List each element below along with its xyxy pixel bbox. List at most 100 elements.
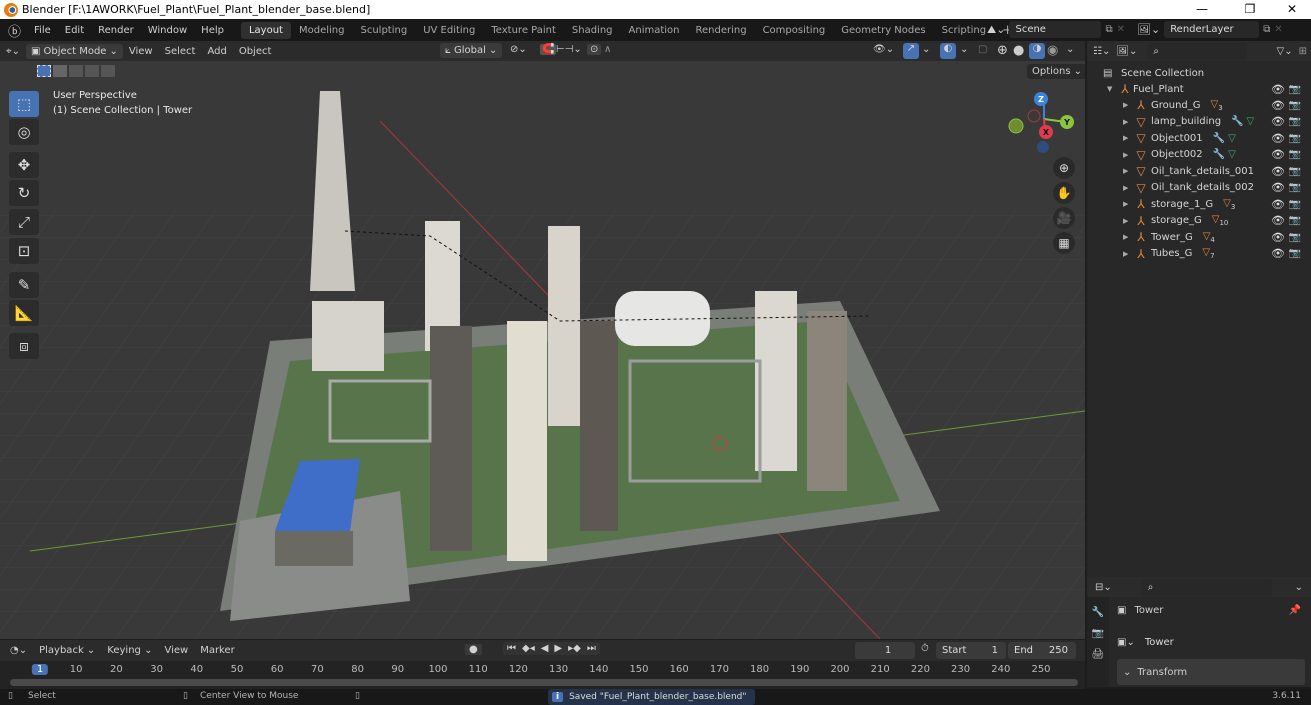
proportional-falloff-icon[interactable]: ∧: [604, 44, 611, 55]
visibility-eye-icon[interactable]: 👁: [1271, 132, 1285, 145]
menu-window[interactable]: Window: [141, 25, 194, 36]
overlay-dropdown-icon[interactable]: ⌄: [960, 44, 968, 55]
render-camera-icon[interactable]: 📷: [1289, 84, 1301, 95]
tab-scripting[interactable]: Scripting: [934, 22, 994, 39]
display-mode-icon[interactable]: ☷⌄: [1093, 46, 1110, 57]
editor-type-icon[interactable]: ◔⌄: [0, 645, 33, 656]
visibility-eye-icon[interactable]: 👁: [1271, 83, 1285, 96]
expand-icon[interactable]: ▶: [1123, 217, 1133, 225]
jump-start-icon[interactable]: ⏮: [507, 643, 516, 654]
visibility-eye-icon[interactable]: 👁: [1271, 231, 1285, 244]
select-subtract-icon[interactable]: [69, 65, 83, 77]
orthographic-toggle-icon[interactable]: ▦: [1053, 232, 1075, 254]
tab-modeling[interactable]: Modeling: [291, 22, 353, 39]
render-camera-icon[interactable]: 📷: [1289, 100, 1301, 111]
visibility-eye-icon[interactable]: 👁: [1271, 181, 1285, 194]
render-properties-icon[interactable]: 📷: [1092, 628, 1104, 639]
outliner-item[interactable]: ▶ ▽ Oil_tank_details_001 👁 📷: [1087, 163, 1311, 179]
render-camera-icon[interactable]: 📷: [1289, 215, 1301, 226]
scale-tool-icon[interactable]: ⤢: [9, 209, 39, 235]
snap-icon[interactable]: 🧲: [540, 44, 557, 55]
cursor-tool-icon[interactable]: ◎: [9, 119, 39, 145]
menu-file[interactable]: File: [27, 25, 58, 36]
tab-layout[interactable]: Layout: [240, 21, 291, 39]
jump-end-icon[interactable]: ⏭: [587, 643, 596, 654]
outliner-item[interactable]: ▶ ▽ Object001 🔧 ▽ 👁 📷: [1087, 130, 1311, 146]
expand-icon[interactable]: ▶: [1123, 151, 1133, 159]
zoom-view-icon[interactable]: ⊕: [1053, 157, 1075, 179]
object-name-field[interactable]: Tower: [1138, 634, 1297, 651]
render-camera-icon[interactable]: 📷: [1289, 166, 1301, 177]
menu-object[interactable]: Object: [233, 46, 278, 57]
menu-view[interactable]: View: [158, 645, 194, 656]
frame-ruler[interactable]: 1 10 20 30 40 50 60 70 80 90 100 110 120 130 140 150 160…: [0, 662, 1085, 679]
pin-icon[interactable]: 📌: [1289, 605, 1301, 616]
tab-sculpting[interactable]: Sculpting: [352, 22, 415, 39]
pan-view-icon[interactable]: ✋: [1053, 182, 1075, 204]
minimize-button[interactable]: —: [1180, 0, 1224, 19]
object-mode-dropdown[interactable]: ▣ Object Mode ⌄: [26, 43, 123, 59]
render-camera-icon[interactable]: 📷: [1289, 232, 1301, 243]
expand-icon[interactable]: ▶: [1123, 250, 1133, 258]
remove-scene-icon[interactable]: ✕: [1117, 24, 1125, 35]
proportional-edit-icon[interactable]: ⊙: [587, 44, 602, 55]
rendered-shading-icon[interactable]: ◉: [1047, 43, 1058, 58]
transform-orientation-dropdown[interactable]: ⟀ Global ⌄: [440, 43, 503, 58]
play-reverse-icon[interactable]: ◀: [541, 643, 549, 654]
expand-icon[interactable]: ▶: [1123, 167, 1133, 175]
transform-tool-icon[interactable]: ⊡: [9, 238, 39, 264]
visibility-eye-icon[interactable]: 👁: [1271, 165, 1285, 178]
scene-name-field[interactable]: Scene: [1009, 21, 1102, 38]
new-scene-icon[interactable]: ⧉: [1105, 24, 1112, 35]
prev-keyframe-icon[interactable]: ◆◂: [522, 643, 535, 654]
select-invert-icon[interactable]: [85, 65, 99, 77]
transform-panel-header[interactable]: ⌄ Transform: [1117, 659, 1305, 685]
visibility-eye-icon[interactable]: 👁: [1271, 99, 1285, 112]
render-camera-icon[interactable]: 📷: [1289, 116, 1301, 127]
outliner-item[interactable]: ▶ ▽ Oil_tank_details_002 👁 📷: [1087, 180, 1311, 196]
options-dropdown[interactable]: Options ⌄: [1027, 64, 1085, 79]
3d-viewport[interactable]: User Perspective (1) Scene Collection | …: [0, 61, 1085, 639]
expand-icon[interactable]: ▶: [1123, 134, 1133, 142]
view-layer-selector-icon[interactable]: 🖼⌄: [1137, 23, 1160, 36]
menu-marker[interactable]: Marker: [194, 645, 241, 656]
options-chevron-icon[interactable]: ⌄: [1295, 582, 1303, 593]
editor-type-icon[interactable]: ⌖⌄: [0, 46, 26, 57]
render-camera-icon[interactable]: 📷: [1289, 182, 1301, 193]
view-layer-name-field[interactable]: RenderLayer: [1164, 21, 1260, 38]
tab-geometry-nodes[interactable]: Geometry Nodes: [833, 22, 933, 39]
current-frame-field[interactable]: 1: [855, 642, 915, 659]
object-data-icon[interactable]: ▣⌄: [1117, 637, 1135, 648]
tab-animation[interactable]: Animation: [621, 22, 688, 39]
select-intersect-icon[interactable]: [101, 65, 115, 77]
visibility-icon[interactable]: 👁⌄: [873, 44, 894, 55]
tab-shading[interactable]: Shading: [564, 22, 621, 39]
visibility-eye-icon[interactable]: 👁: [1271, 115, 1285, 128]
gizmo-dropdown-icon[interactable]: ⌄: [922, 44, 930, 55]
timeline-scrollbar[interactable]: [10, 679, 1078, 686]
new-view-layer-icon[interactable]: ⧉: [1263, 24, 1270, 35]
measure-tool-icon[interactable]: 📐: [9, 300, 39, 326]
menu-view[interactable]: View: [123, 46, 159, 57]
render-camera-icon[interactable]: 📷: [1289, 248, 1301, 259]
menu-keying[interactable]: Keying ⌄: [101, 645, 158, 656]
snap-target-icon[interactable]: ⊢⊣⌄: [556, 44, 582, 55]
scene-selector-icon[interactable]: ⛰⌄: [987, 23, 1005, 37]
end-frame-field[interactable]: End 250: [1008, 642, 1076, 659]
outliner-root[interactable]: ▤ Scene Collection: [1087, 65, 1311, 81]
editor-type-icon[interactable]: ⊟⌄: [1095, 582, 1112, 593]
tab-rendering[interactable]: Rendering: [688, 22, 755, 39]
visibility-eye-icon[interactable]: 👁: [1271, 148, 1285, 161]
shading-dropdown-icon[interactable]: ⌄: [1066, 44, 1074, 55]
collapse-icon[interactable]: ▼: [1107, 85, 1117, 93]
menu-add[interactable]: Add: [201, 46, 232, 57]
render-camera-icon[interactable]: 📷: [1289, 199, 1301, 210]
select-box-tool-icon[interactable]: ⬚: [9, 91, 39, 117]
menu-select[interactable]: Select: [159, 46, 202, 57]
expand-icon[interactable]: ▶: [1123, 118, 1133, 126]
render-camera-icon[interactable]: 📷: [1289, 133, 1301, 144]
next-keyframe-icon[interactable]: ▸◆: [568, 643, 581, 654]
close-button[interactable]: ✕: [1270, 0, 1311, 19]
add-cube-tool-icon[interactable]: ⧈: [9, 333, 39, 359]
outliner-item[interactable]: ▶ ⅄ Ground_G ▽3 👁 📷: [1087, 97, 1311, 113]
